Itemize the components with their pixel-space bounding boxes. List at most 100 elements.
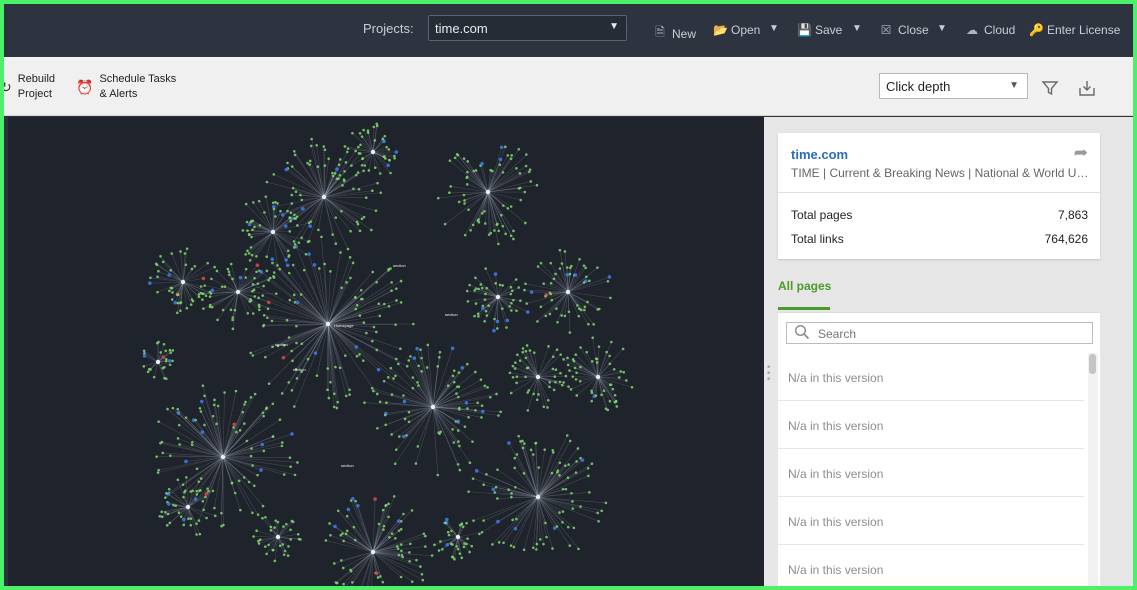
project-select[interactable]: time.com ▼ xyxy=(428,15,627,41)
graph-node[interactable] xyxy=(170,298,174,301)
graph-node[interactable] xyxy=(516,353,519,357)
graph-node[interactable] xyxy=(608,354,611,358)
graph-node[interactable] xyxy=(358,229,362,233)
graph-node[interactable] xyxy=(238,275,243,280)
graph-node[interactable] xyxy=(491,487,496,492)
graph-node[interactable] xyxy=(364,196,368,200)
graph-node[interactable] xyxy=(178,301,182,305)
graph-node[interactable] xyxy=(392,495,396,498)
graph-canvas[interactable]: Homepage section section section section sect… xyxy=(8,117,764,586)
graph-node[interactable] xyxy=(245,439,249,443)
graph-node[interactable] xyxy=(473,289,476,292)
graph-hub-node[interactable] xyxy=(565,289,571,295)
graph-node[interactable] xyxy=(343,145,347,148)
graph-node[interactable] xyxy=(535,398,539,402)
site-structure-graph[interactable]: Homepage section section section section sect… xyxy=(8,117,764,586)
graph-node[interactable] xyxy=(270,319,274,323)
graph-node[interactable] xyxy=(334,216,338,219)
graph-node[interactable] xyxy=(591,336,595,340)
graph-node[interactable] xyxy=(584,266,587,270)
graph-node[interactable] xyxy=(281,543,285,546)
graph-node[interactable] xyxy=(560,314,563,317)
list-item[interactable]: N/a in this version xyxy=(778,401,1084,449)
graph-node[interactable] xyxy=(517,147,521,151)
graph-node[interactable] xyxy=(578,380,582,383)
graph-node[interactable] xyxy=(548,291,552,295)
graph-node[interactable] xyxy=(253,225,256,229)
graph-node[interactable] xyxy=(563,464,567,467)
graph-node[interactable] xyxy=(381,137,385,141)
graph-node[interactable] xyxy=(448,159,452,162)
graph-node[interactable] xyxy=(293,246,296,249)
graph-node[interactable] xyxy=(295,341,298,345)
graph-node[interactable] xyxy=(176,437,180,440)
graph-node[interactable] xyxy=(482,519,485,522)
graph-node[interactable] xyxy=(370,228,373,232)
graph-node[interactable] xyxy=(505,318,510,323)
graph-node[interactable] xyxy=(246,249,249,253)
graph-node[interactable] xyxy=(252,201,255,204)
graph-node[interactable] xyxy=(528,170,531,174)
graph-node[interactable] xyxy=(532,392,535,396)
graph-node[interactable] xyxy=(292,293,296,297)
graph-node[interactable] xyxy=(403,417,407,421)
graph-node[interactable] xyxy=(424,534,427,538)
graph-node[interactable] xyxy=(472,519,475,522)
graph-node[interactable] xyxy=(399,347,402,351)
graph-node[interactable] xyxy=(455,392,458,395)
graph-node[interactable] xyxy=(456,463,460,466)
graph-node[interactable] xyxy=(273,559,277,563)
graph-node[interactable] xyxy=(286,249,290,253)
graph-node[interactable] xyxy=(346,147,350,150)
graph-node[interactable] xyxy=(291,359,294,363)
graph-node[interactable] xyxy=(361,157,365,160)
graph-node[interactable] xyxy=(480,286,484,290)
graph-node[interactable] xyxy=(513,367,517,370)
graph-node[interactable] xyxy=(243,403,246,406)
graph-node[interactable] xyxy=(189,303,193,306)
graph-node[interactable] xyxy=(420,572,424,576)
graph-node[interactable] xyxy=(583,308,586,312)
graph-node[interactable] xyxy=(501,307,504,310)
graph-node[interactable] xyxy=(172,503,175,507)
graph-node[interactable] xyxy=(570,491,573,495)
graph-node[interactable] xyxy=(290,432,294,436)
graph-node[interactable] xyxy=(558,511,561,514)
graph-node[interactable] xyxy=(297,241,301,244)
graph-node[interactable] xyxy=(190,440,194,444)
graph-node[interactable] xyxy=(168,363,172,367)
graph-node[interactable] xyxy=(338,158,342,161)
graph-node[interactable] xyxy=(324,539,328,542)
graph-node[interactable] xyxy=(242,476,246,479)
graph-node[interactable] xyxy=(295,215,299,219)
graph-node[interactable] xyxy=(515,517,518,521)
graph-node[interactable] xyxy=(323,148,327,152)
graph-node[interactable] xyxy=(509,292,513,296)
graph-node[interactable] xyxy=(181,517,186,522)
graph-node[interactable] xyxy=(568,369,571,372)
graph-node[interactable] xyxy=(208,295,212,298)
graph-node[interactable] xyxy=(351,131,354,135)
graph-node[interactable] xyxy=(248,300,252,303)
graph-node[interactable] xyxy=(512,237,515,241)
graph-node[interactable] xyxy=(190,443,194,447)
graph-node[interactable] xyxy=(352,525,356,529)
graph-node[interactable] xyxy=(578,257,581,261)
graph-node[interactable] xyxy=(527,389,531,392)
graph-node[interactable] xyxy=(357,145,360,149)
graph-node[interactable] xyxy=(543,448,547,451)
graph-node[interactable] xyxy=(575,394,579,397)
graph-node[interactable] xyxy=(335,167,339,171)
graph-node[interactable] xyxy=(586,466,590,470)
graph-node[interactable] xyxy=(501,284,504,287)
list-scrollbar[interactable] xyxy=(1088,353,1098,586)
graph-node[interactable] xyxy=(299,293,303,296)
graph-node[interactable] xyxy=(292,405,296,408)
graph-node[interactable] xyxy=(463,233,467,237)
graph-hub-node[interactable] xyxy=(235,289,241,295)
graph-node[interactable] xyxy=(244,267,248,271)
graph-node[interactable] xyxy=(394,150,399,154)
graph-node[interactable] xyxy=(300,236,303,239)
graph-node[interactable] xyxy=(287,381,291,384)
graph-node[interactable] xyxy=(460,522,464,526)
